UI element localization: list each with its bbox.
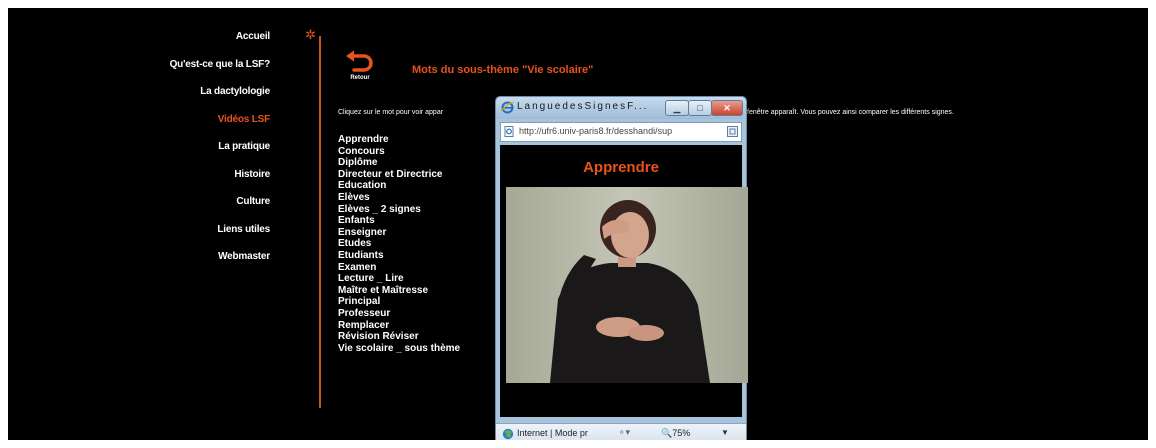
video-frame — [506, 187, 748, 383]
back-button[interactable]: Retour — [340, 50, 380, 81]
word-link[interactable]: Elèves — [338, 192, 460, 204]
word-link[interactable]: Professeur — [338, 308, 460, 320]
popup-word-title: Apprendre — [583, 159, 659, 176]
nav-item-culture[interactable]: Culture — [8, 195, 270, 223]
word-link[interactable]: Concours — [338, 146, 460, 158]
word-link[interactable]: Etudes — [338, 238, 460, 250]
word-link[interactable]: Examen — [338, 262, 460, 274]
nav-item-histoire[interactable]: Histoire — [8, 168, 270, 196]
vertical-divider — [319, 36, 321, 408]
word-link[interactable]: Apprendre — [338, 134, 460, 146]
zoom-value: 75% — [672, 428, 691, 438]
address-url[interactable]: http://ufr6.univ-paris8.fr/desshandi/sup — [519, 126, 719, 136]
nav-item-la-pratique[interactable]: La pratique — [8, 140, 270, 168]
word-link[interactable]: Maître et Maîtresse — [338, 285, 460, 297]
page-icon — [504, 126, 514, 137]
ie-icon — [501, 101, 514, 114]
compat-view-icon[interactable] — [727, 126, 738, 137]
word-link[interactable]: Vie scolaire _ sous thème — [338, 343, 460, 355]
star-icon: ✲ — [305, 27, 316, 42]
word-link[interactable]: Remplacer — [338, 320, 460, 332]
nav-item-liens-utiles[interactable]: Liens utiles — [8, 223, 270, 251]
maximize-button[interactable]: □ — [688, 100, 712, 116]
word-link[interactable]: Lecture _ Lire — [338, 273, 460, 285]
close-button[interactable]: ✕ — [711, 100, 743, 116]
word-link[interactable]: Diplôme — [338, 157, 460, 169]
nav-item-accueil[interactable]: Accueil — [8, 30, 270, 58]
back-arrow-icon — [346, 50, 373, 72]
popup-titlebar[interactable]: LanguedesSignesF... ▁ □ ✕ — [496, 97, 746, 119]
instructions-text-continued: fenêtre apparaît. Vous pouvez ainsi comp… — [747, 109, 954, 116]
word-link[interactable]: Etudiants — [338, 250, 460, 262]
zoom-level[interactable]: 🔍75% — [661, 428, 690, 439]
protected-mode-icon[interactable]: ⚬▾ — [618, 427, 630, 438]
word-link[interactable]: Elèves _ 2 signes — [338, 204, 460, 216]
word-link[interactable]: Directeur et Directrice — [338, 169, 460, 181]
word-link[interactable]: Enfants — [338, 215, 460, 227]
popup-window[interactable]: LanguedesSignesF... ▁ □ ✕ http://ufr6.un… — [495, 96, 748, 440]
sidebar-nav: Accueil Qu'est-ce que la LSF? La dactylo… — [8, 30, 271, 278]
word-link[interactable]: Révision Réviser — [338, 331, 460, 343]
popup-content: Apprendre — [500, 145, 748, 417]
sign-video[interactable] — [506, 187, 748, 383]
zoom-dropdown-icon[interactable]: ▼ — [721, 428, 729, 437]
nav-item-qu-est-ce-que-la-lsf[interactable]: Qu'est-ce que la LSF? — [8, 58, 271, 86]
status-bar: Internet | Mode pr ⚬▾ 🔍75% ▼ — [496, 423, 746, 440]
word-link[interactable]: Education — [338, 180, 460, 192]
nav-item-webmaster[interactable]: Webmaster — [8, 250, 270, 278]
page: Accueil Qu'est-ce que la LSF? La dactylo… — [8, 8, 1148, 440]
back-label: Retour — [350, 75, 370, 81]
word-link[interactable]: Principal — [338, 296, 460, 308]
status-text: Internet | Mode pr — [517, 428, 588, 438]
instructions-text: Cliquez sur le mot pour voir appar — [338, 109, 444, 116]
address-bar[interactable]: http://ufr6.univ-paris8.fr/desshandi/sup — [500, 122, 742, 142]
minimize-button[interactable]: ▁ — [665, 100, 689, 116]
page-title: Mots du sous-thème "Vie scolaire" — [412, 64, 594, 76]
word-link[interactable]: Enseigner — [338, 227, 460, 239]
globe-icon — [502, 428, 514, 440]
nav-item-dactylologie[interactable]: La dactylologie — [8, 85, 270, 113]
word-list: Apprendre Concours Diplôme Directeur et … — [338, 134, 460, 354]
nav-item-videos-lsf[interactable]: Vidéos LSF — [8, 113, 270, 141]
popup-title: LanguedesSignesF... — [517, 101, 649, 112]
